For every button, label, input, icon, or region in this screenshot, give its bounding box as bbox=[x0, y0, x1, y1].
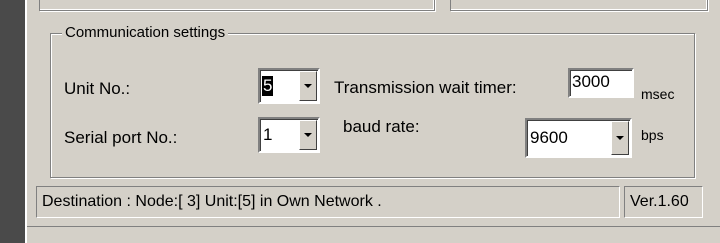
chevron-down-icon bbox=[616, 136, 624, 140]
settings-window: Communication settings Unit No.: 5 Seria… bbox=[25, 0, 720, 243]
baud-rate-label: baud rate: bbox=[343, 117, 420, 136]
top-panel-left bbox=[39, 0, 435, 11]
msec-unit-label: msec bbox=[641, 86, 675, 102]
chevron-down-icon bbox=[304, 84, 312, 88]
baud-rate-value: 9600 bbox=[530, 128, 568, 147]
baud-rate-select[interactable]: 9600 bbox=[525, 118, 632, 158]
bottom-divider bbox=[27, 226, 720, 227]
destination-status: Destination : Node:[ 3] Unit:[5] in Own … bbox=[36, 186, 620, 218]
chevron-down-icon bbox=[304, 133, 312, 137]
version-status: Ver.1.60 bbox=[624, 186, 703, 218]
bps-unit-label: bps bbox=[641, 127, 664, 143]
group-title: Communication settings bbox=[62, 24, 229, 41]
unit-no-label: Unit No.: bbox=[64, 79, 131, 98]
top-panel-right bbox=[450, 0, 708, 11]
baud-rate-dropdown-button[interactable] bbox=[611, 121, 629, 155]
serial-port-select[interactable]: 1 bbox=[258, 117, 320, 153]
transmission-wait-input[interactable]: 3000 bbox=[568, 68, 634, 98]
transmission-wait-label: Transmission wait timer: bbox=[334, 78, 517, 97]
unit-no-value: 5 bbox=[262, 76, 274, 96]
unit-no-dropdown-button[interactable] bbox=[299, 71, 317, 101]
serial-port-label: Serial port No.: bbox=[64, 128, 178, 147]
serial-port-dropdown-button[interactable] bbox=[299, 120, 317, 150]
serial-port-value: 1 bbox=[263, 125, 273, 144]
unit-no-select[interactable]: 5 bbox=[258, 68, 320, 104]
